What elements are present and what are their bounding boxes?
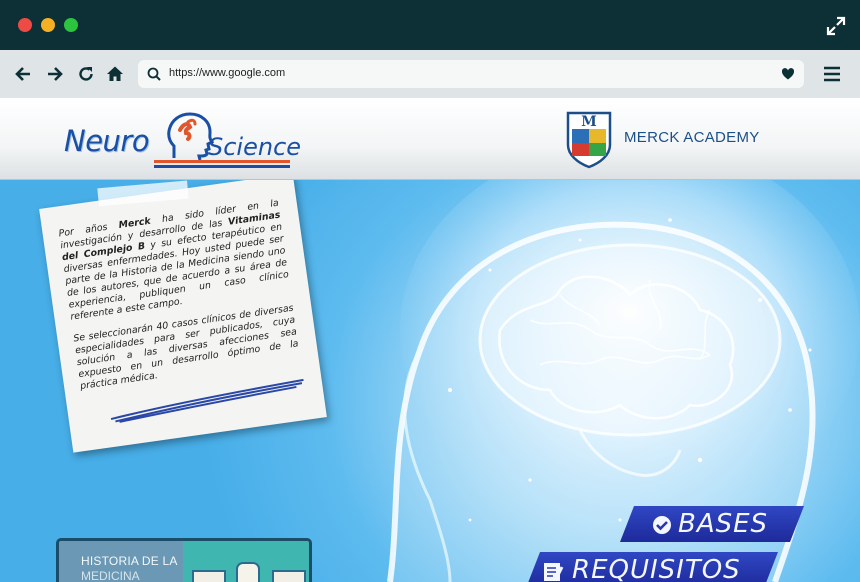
expand-icon[interactable] (826, 16, 846, 36)
minimize-window-button[interactable] (41, 18, 55, 32)
card-illustration-panel (183, 541, 309, 582)
close-window-button[interactable] (18, 18, 32, 32)
head-profile-icon (166, 112, 215, 167)
card-title-line1: HISTORIA DE LA (81, 554, 178, 568)
check-badge-icon (652, 515, 672, 540)
bases-button-label: BASES (678, 509, 769, 539)
heart-icon[interactable] (781, 67, 795, 86)
home-icon[interactable] (106, 65, 124, 83)
note-paragraph-1: Por años Merck ha sido líder en la inves… (58, 197, 290, 323)
maximize-window-button[interactable] (64, 18, 78, 32)
card-title-line2: MEDICINA (81, 569, 140, 582)
checklist-icon (542, 561, 564, 582)
merck-shield-letter: M (581, 114, 597, 130)
logo-word-neuro: Neuro (64, 124, 150, 158)
intro-note-card: Por años Merck ha sido líder en la inves… (39, 180, 327, 453)
browser-titlebar (0, 0, 860, 50)
arrow-right-icon[interactable] (46, 65, 64, 83)
historia-medicina-card[interactable]: HISTORIA DE LA MEDICINA (56, 538, 312, 582)
note-tape (97, 180, 189, 207)
books-icon (192, 562, 306, 582)
logo-underline-orange (154, 160, 290, 163)
reload-icon[interactable] (77, 65, 95, 83)
merck-academy-logo[interactable]: M MERCK ACADEMY (565, 107, 765, 169)
card-title-panel: HISTORIA DE LA MEDICINA (59, 541, 183, 582)
search-icon (147, 67, 161, 86)
logo-word-science: Science (208, 133, 302, 161)
requisitos-button[interactable]: REQUISITOS (526, 552, 778, 582)
arrow-left-icon[interactable] (14, 65, 32, 83)
neuroscience-logo[interactable]: Neuro Science (62, 108, 301, 170)
hero-banner: Por años Merck ha sido líder en la inves… (0, 180, 860, 582)
merck-shield-icon: M (565, 107, 613, 174)
bases-button[interactable]: BASES (620, 506, 804, 542)
web-page: Neuro Science M MERCK ACADEMY Por años M… (0, 98, 860, 582)
merck-academy-text: MERCK ACADEMY (624, 129, 760, 146)
logo-underline-blue (154, 165, 290, 168)
site-header: Neuro Science M MERCK ACADEMY (0, 98, 860, 180)
address-bar[interactable]: https://www.google.com (138, 60, 804, 88)
requisitos-button-label: REQUISITOS (572, 555, 741, 582)
address-bar-url[interactable]: https://www.google.com (169, 67, 285, 79)
hamburger-menu-icon[interactable] (824, 66, 840, 82)
browser-toolbar: https://www.google.com (0, 50, 860, 98)
